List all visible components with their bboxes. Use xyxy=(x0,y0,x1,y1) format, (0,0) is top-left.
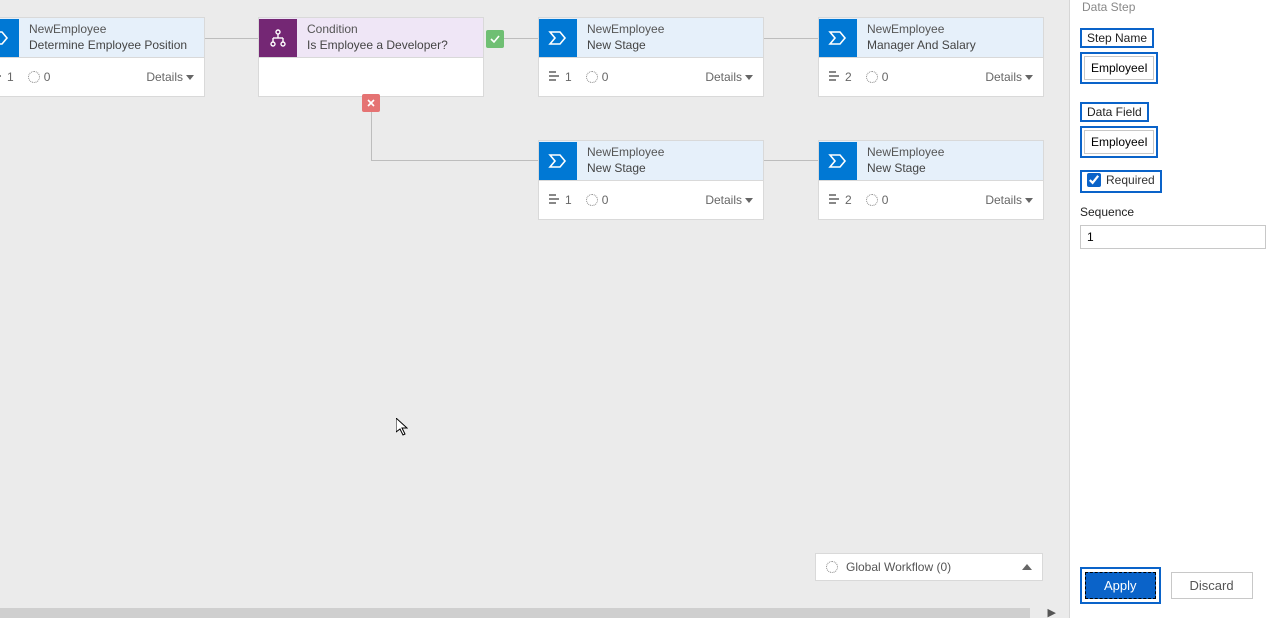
node-title: Determine Employee Position xyxy=(29,38,187,54)
required-checkbox-row[interactable]: Required xyxy=(1087,173,1155,187)
stage-node[interactable]: NewEmployee New Stage 1 0 Details xyxy=(538,17,764,97)
data-field-input[interactable] xyxy=(1084,130,1154,154)
steps-count: 1 xyxy=(565,193,572,207)
spinner-icon xyxy=(826,561,838,573)
node-entity: NewEmployee xyxy=(867,145,944,161)
connector xyxy=(371,110,372,160)
details-toggle[interactable]: Details xyxy=(146,70,194,84)
sequence-label: Sequence xyxy=(1080,203,1266,221)
stage-node[interactable]: NewEmployee Manager And Salary 2 0 Detai… xyxy=(818,17,1044,97)
properties-panel: Data Step Step Name Data Field Required … xyxy=(1069,0,1276,618)
connector xyxy=(764,160,818,161)
node-title: New Stage xyxy=(867,161,944,177)
condition-node[interactable]: Condition Is Employee a Developer? xyxy=(258,17,484,97)
pending-count: 0 xyxy=(602,193,609,207)
steps-icon xyxy=(0,70,3,85)
details-toggle[interactable]: Details xyxy=(985,193,1033,207)
connector xyxy=(764,38,818,39)
branch-yes-icon xyxy=(486,30,504,48)
data-field-label: Data Field xyxy=(1080,102,1149,122)
chevron-down-icon xyxy=(1025,198,1033,203)
node-entity: Condition xyxy=(307,22,448,38)
details-toggle[interactable]: Details xyxy=(705,193,753,207)
chevron-down-icon xyxy=(186,75,194,80)
connector xyxy=(502,38,538,39)
step-name-label: Step Name xyxy=(1080,28,1154,48)
node-title: New Stage xyxy=(587,161,664,177)
workflow-canvas[interactable]: NewEmployee Determine Employee Position … xyxy=(0,0,1069,618)
required-label: Required xyxy=(1106,173,1155,187)
spinner-icon xyxy=(28,71,40,83)
step-name-input[interactable] xyxy=(1084,56,1154,80)
stage-icon xyxy=(0,19,19,57)
chevron-up-icon xyxy=(1022,564,1032,570)
node-entity: NewEmployee xyxy=(867,22,976,38)
chevron-down-icon xyxy=(745,198,753,203)
apply-button[interactable]: Apply xyxy=(1085,572,1156,599)
node-title: Manager And Salary xyxy=(867,38,976,54)
stage-node[interactable]: NewEmployee New Stage 1 0 Details xyxy=(538,140,764,220)
chevron-down-icon xyxy=(745,75,753,80)
global-workflow-bar[interactable]: Global Workflow (0) xyxy=(815,553,1043,581)
steps-icon xyxy=(549,70,561,85)
stage-icon xyxy=(539,142,577,180)
horizontal-scrollbar[interactable]: ▶ xyxy=(0,608,1030,618)
node-entity: NewEmployee xyxy=(587,22,664,38)
steps-count: 1 xyxy=(565,70,572,84)
steps-icon xyxy=(829,70,841,85)
chevron-down-icon xyxy=(1025,75,1033,80)
mouse-cursor xyxy=(396,418,408,436)
stage-node[interactable]: NewEmployee New Stage 2 0 Details xyxy=(818,140,1044,220)
discard-button[interactable]: Discard xyxy=(1171,572,1253,599)
node-entity: NewEmployee xyxy=(587,145,664,161)
details-toggle[interactable]: Details xyxy=(705,70,753,84)
node-entity: NewEmployee xyxy=(29,22,187,38)
steps-icon xyxy=(549,193,561,208)
steps-count: 2 xyxy=(845,70,852,84)
connector xyxy=(371,160,538,161)
steps-icon xyxy=(829,193,841,208)
spinner-icon xyxy=(866,194,878,206)
pending-count: 0 xyxy=(882,70,889,84)
details-toggle[interactable]: Details xyxy=(985,70,1033,84)
spinner-icon xyxy=(586,71,598,83)
stage-node[interactable]: NewEmployee Determine Employee Position … xyxy=(0,17,205,97)
global-workflow-label: Global Workflow (0) xyxy=(846,560,951,574)
steps-count: 1 xyxy=(7,70,14,84)
steps-count: 2 xyxy=(845,193,852,207)
stage-icon xyxy=(819,19,857,57)
sequence-input[interactable] xyxy=(1080,225,1266,249)
data-step-label: Data Step xyxy=(1080,0,1266,16)
apply-highlight: Apply xyxy=(1080,567,1161,604)
connector xyxy=(205,38,258,39)
stage-icon xyxy=(539,19,577,57)
spinner-icon xyxy=(866,71,878,83)
pending-count: 0 xyxy=(882,193,889,207)
condition-icon xyxy=(259,19,297,57)
stage-icon xyxy=(819,142,857,180)
required-checkbox[interactable] xyxy=(1087,173,1101,187)
branch-no-icon xyxy=(362,94,380,112)
node-title: Is Employee a Developer? xyxy=(307,38,448,54)
spinner-icon xyxy=(586,194,598,206)
pending-count: 0 xyxy=(44,70,51,84)
scroll-right-arrow[interactable]: ▶ xyxy=(1048,606,1056,618)
node-title: New Stage xyxy=(587,38,664,54)
pending-count: 0 xyxy=(602,70,609,84)
